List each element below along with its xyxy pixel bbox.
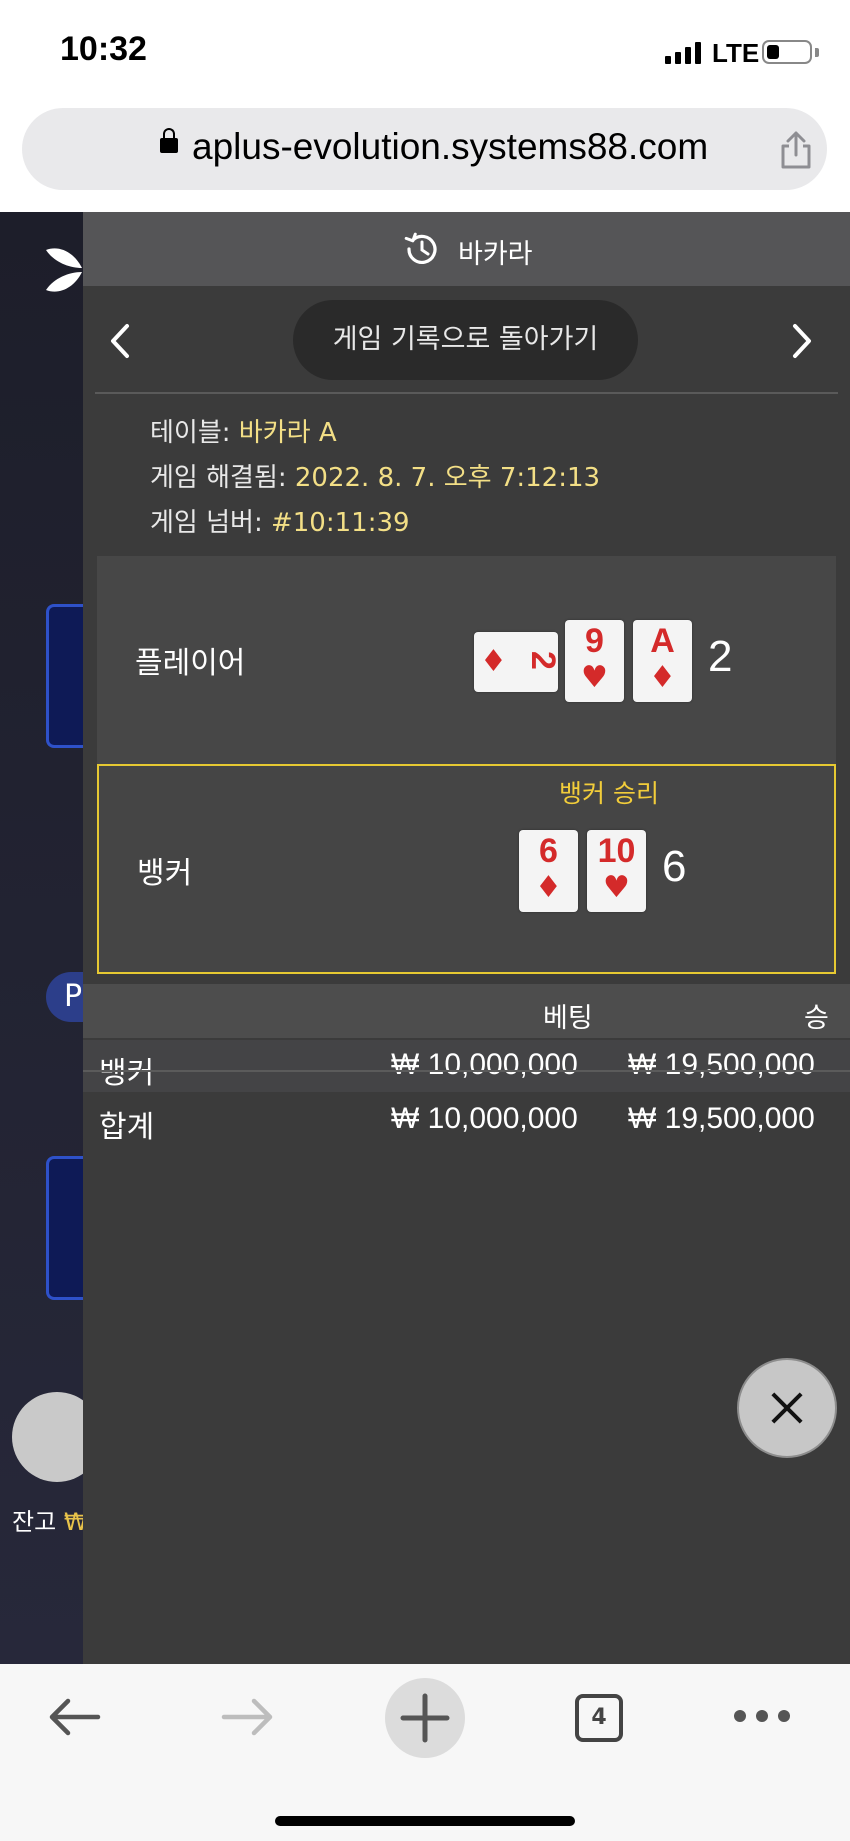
table-value: 바카라 A [238,418,337,448]
resolved-value: 2022. 8. 7. 오후 7:12:13 [294,463,601,493]
chevron-right-icon[interactable] [783,316,823,366]
url-text[interactable]: aplus-evolution.systems88.com [192,126,708,168]
panel-header: 바카라 [83,212,850,286]
heart-icon: ♥ [581,660,608,695]
history-icon [404,232,437,264]
card-rank: 9 [585,622,604,660]
player-hand: 플레이어 2 ♦ 9 ♥ A ♦ 2 [97,556,836,766]
card-rank: 10 [597,832,636,870]
resolved-label: 게임 해결됨: [150,463,287,493]
battery-nub [815,48,819,57]
back-arrow-icon[interactable] [44,1692,104,1742]
game-number-label: 게임 넘버: [150,508,263,538]
diamond-icon: ♦ [535,870,562,905]
divider [83,1070,850,1072]
chevron-left-icon[interactable] [99,316,139,366]
game-history-panel: 바카라 게임 기록으로 돌아가기 테이블: 바카라 A 게임 해결됨: 2022… [83,212,850,1664]
balance-label: 잔고 [12,1508,57,1536]
new-tab-icon[interactable] [383,1676,467,1760]
total-bet-amount: ₩ 10,000,000 [391,1102,578,1135]
banker-hand: 뱅커 승리 뱅커 6 ♦ 10 ♥ 6 [97,764,836,974]
network-label: LTE [712,38,760,68]
banker-card-1: 6 ♦ [519,830,578,912]
table-info: 테이블: 바카라 A [150,412,337,449]
total-name: 합계 [99,1111,155,1144]
back-to-history-button[interactable]: 게임 기록으로 돌아가기 [293,300,638,380]
tabs-button[interactable]: 4 [575,1694,623,1742]
player-label: 플레이어 [135,646,246,681]
heart-icon: ♥ [603,870,630,905]
close-button[interactable] [737,1358,837,1458]
card-rank: 6 [539,832,558,870]
bets-table-header: 베팅 승 [83,984,850,1038]
divider [95,392,838,394]
table-row-total: 합계 ₩ 10,000,000 ₩ 19,500,000 [83,1094,850,1146]
brand-logo-icon [46,248,82,292]
signal-icon [665,42,701,64]
win-amount: ₩ 19,500,000 [628,1048,815,1081]
player-score: 2 [708,632,733,681]
banker-label: 뱅커 [137,856,193,891]
win-column-header: 승 [804,1003,829,1034]
home-indicator [275,1816,575,1826]
player-card-3: A ♦ [633,620,692,702]
panel-title: 바카라 [458,239,533,270]
lock-icon [160,128,178,153]
table-row: 뱅커 ₩ 10,000,000 ₩ 19,500,000 [83,1040,850,1092]
diamond-icon: ♦ [480,644,507,679]
total-win-amount: ₩ 19,500,000 [628,1102,815,1135]
table-label: 테이블: [150,418,231,448]
diamond-icon: ♦ [649,660,676,695]
status-time: 10:32 [60,30,147,68]
card-rank: 2 [524,651,563,670]
banker-win-label: 뱅커 승리 [559,779,659,808]
player-card-2: 9 ♥ [565,620,624,702]
game-number-info: 게임 넘버: #10:11:39 [150,502,410,539]
share-icon[interactable] [778,130,814,170]
resolved-info: 게임 해결됨: 2022. 8. 7. 오후 7:12:13 [150,457,600,494]
battery-icon [762,40,812,64]
player-card-1: 2 ♦ [474,632,562,692]
app-area: P 잔고 ₩ 바카라 게임 기록으로 돌아가기 테이블: 바카라 A 게임 해결… [0,212,850,1664]
bet-amount: ₩ 10,000,000 [391,1048,578,1081]
browser-toolbar: 4 [0,1664,850,1841]
forward-arrow-icon[interactable] [218,1692,278,1742]
card-rank: A [650,622,675,660]
more-icon[interactable] [730,1704,794,1728]
bet-column-header: 베팅 [543,1003,593,1034]
game-number-value: #10:11:39 [270,508,410,538]
banker-score: 6 [662,842,687,891]
status-bar: 10:32 LTE [0,0,850,100]
address-bar[interactable]: aplus-evolution.systems88.com [22,108,827,190]
banker-card-2: 10 ♥ [587,830,646,912]
balance: 잔고 ₩ [12,1502,88,1537]
